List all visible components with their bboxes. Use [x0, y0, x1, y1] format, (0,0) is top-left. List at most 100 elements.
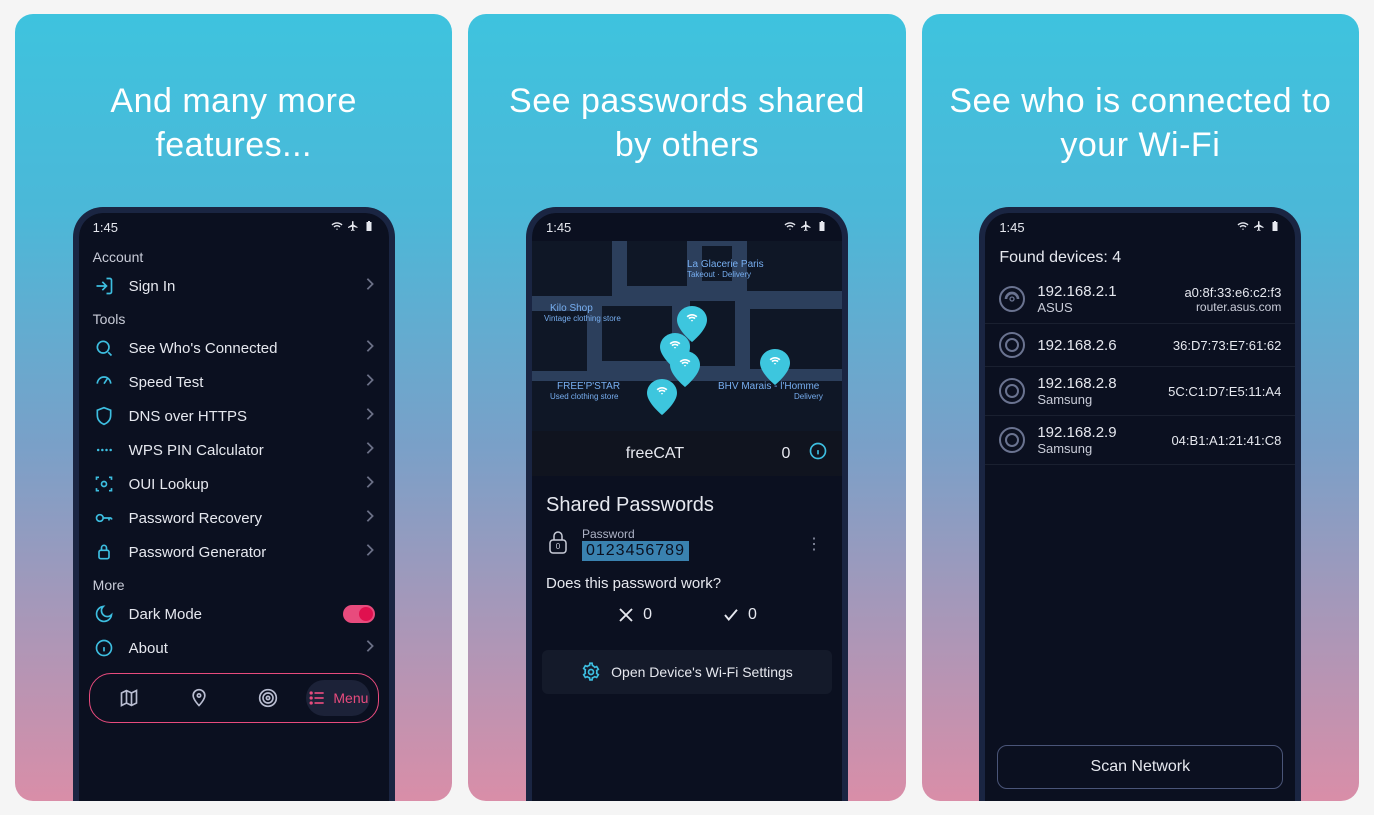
map-poi-label: La Glacerie Paris	[687, 259, 764, 270]
phone-frame: 1:45 La Glacerie Paris Takeo	[526, 207, 848, 801]
device-name: Samsung	[1037, 441, 1153, 456]
status-bar: 1:45	[532, 213, 842, 241]
tab-pin[interactable]	[167, 680, 231, 716]
vote-yes-count: 0	[748, 606, 757, 624]
shield-icon	[93, 406, 115, 426]
chevron-icon	[365, 373, 375, 392]
sign-in-item[interactable]: Sign In	[79, 269, 389, 303]
search-icon	[93, 338, 115, 358]
device-ip: 192.168.2.9	[1037, 424, 1153, 441]
tool-oui-lookup[interactable]: OUI Lookup	[79, 467, 389, 501]
tool-label: See Who's Connected	[129, 340, 351, 357]
panel-features: And many more features... 1:45 Account S…	[15, 14, 452, 801]
device-row[interactable]: 192.168.2.8 Samsung 5C:C1:D7:E5:11:A4	[985, 367, 1295, 416]
tool-wps-pin[interactable]: WPS PIN Calculator	[79, 433, 389, 467]
wifi-pin[interactable]	[647, 379, 677, 415]
vote-row: 0 0	[532, 598, 842, 642]
scan-network-button[interactable]: Scan Network	[997, 745, 1283, 789]
chevron-icon	[365, 441, 375, 460]
wifi-icon	[331, 220, 343, 235]
tab-menu[interactable]: Menu	[306, 680, 370, 716]
device-row[interactable]: 192.168.2.6 36:D7:73:E7:61:62	[985, 324, 1295, 367]
tool-password-generator[interactable]: Password Generator	[79, 535, 389, 569]
chevron-icon	[365, 543, 375, 562]
panel-devices: See who is connected to your Wi-Fi 1:45 …	[922, 14, 1359, 801]
device-ip: 192.168.2.8	[1037, 375, 1153, 392]
device-mac: a0:8f:33:e6:c2:f3	[1165, 285, 1281, 300]
phone-screen: 1:45 La Glacerie Paris Takeo	[532, 213, 842, 801]
tool-label: DNS over HTTPS	[129, 408, 351, 425]
password-label: Password	[582, 527, 788, 541]
device-ip: 192.168.2.1	[1037, 283, 1153, 300]
lock-gen-icon	[93, 542, 115, 562]
device-mac: 04:B1:A1:21:41:C8	[1165, 433, 1281, 448]
section-more: More	[79, 569, 389, 597]
dots-icon	[93, 440, 115, 460]
password-question: Does this password work?	[532, 565, 842, 598]
status-icons	[331, 220, 375, 235]
section-tools: Tools	[79, 303, 389, 331]
tool-dns-https[interactable]: DNS over HTTPS	[79, 399, 389, 433]
about-item[interactable]: About	[79, 631, 389, 665]
tool-speed-test[interactable]: Speed Test	[79, 365, 389, 399]
open-settings-label: Open Device's Wi-Fi Settings	[611, 664, 793, 680]
tool-password-recovery[interactable]: Password Recovery	[79, 501, 389, 535]
chevron-icon	[365, 475, 375, 494]
device-icon	[999, 332, 1025, 358]
airplane-icon	[347, 220, 359, 235]
chevron-icon	[365, 509, 375, 528]
network-header: freeCAT 0	[532, 431, 842, 476]
dark-mode-toggle[interactable]	[343, 605, 375, 623]
lock-icon: 0	[546, 528, 570, 561]
airplane-icon	[1253, 220, 1265, 235]
dark-mode-label: Dark Mode	[129, 606, 329, 623]
device-name: ASUS	[1037, 300, 1153, 315]
info-icon	[93, 638, 115, 658]
map-poi-label: FREE'P'STAR	[557, 381, 620, 392]
vote-no-button[interactable]: 0	[617, 606, 652, 624]
vote-yes-button[interactable]: 0	[722, 606, 757, 624]
about-label: About	[129, 640, 351, 657]
tab-radar[interactable]	[237, 680, 301, 716]
password-value[interactable]: 0123456789	[582, 541, 689, 561]
map-poi-sublabel: Vintage clothing store	[544, 314, 621, 323]
eye-scan-icon	[93, 474, 115, 494]
panel-title: And many more features...	[15, 79, 452, 167]
sign-in-label: Sign In	[129, 278, 351, 295]
device-ip: 192.168.2.6	[1037, 337, 1153, 354]
device-row[interactable]: 192.168.2.9 Samsung 04:B1:A1:21:41:C8	[985, 416, 1295, 465]
tool-label: WPS PIN Calculator	[129, 442, 351, 459]
status-bar: 1:45	[79, 213, 389, 241]
wifi-icon	[1237, 220, 1249, 235]
more-menu-icon[interactable]: ⋮	[800, 530, 828, 558]
tab-map[interactable]	[98, 680, 162, 716]
info-icon[interactable]	[808, 441, 828, 466]
phone-frame: 1:45 Found devices: 4 192.168.2.1 ASUS a…	[979, 207, 1301, 801]
device-host: router.asus.com	[1165, 300, 1281, 314]
device-icon	[999, 427, 1025, 453]
open-wifi-settings-button[interactable]: Open Device's Wi-Fi Settings	[542, 650, 832, 694]
chevron-icon	[365, 407, 375, 426]
key-icon	[93, 508, 115, 528]
wifi-pin[interactable]	[760, 349, 790, 385]
tool-whos-connected[interactable]: See Who's Connected	[79, 331, 389, 365]
tab-menu-label: Menu	[333, 690, 368, 706]
device-name: Samsung	[1037, 392, 1153, 407]
device-mac: 5C:C1:D7:E5:11:A4	[1165, 384, 1281, 399]
device-row[interactable]: 192.168.2.1 ASUS a0:8f:33:e6:c2:f3 route…	[985, 275, 1295, 324]
phone-screen: 1:45 Found devices: 4 192.168.2.1 ASUS a…	[985, 213, 1295, 801]
map-view[interactable]: La Glacerie Paris Takeout · Delivery Kil…	[532, 241, 842, 431]
status-time: 1:45	[999, 220, 1024, 235]
bottom-tabs: Menu	[89, 673, 379, 723]
chevron-icon	[365, 639, 375, 658]
svg-text:0: 0	[556, 542, 561, 551]
dark-mode-item[interactable]: Dark Mode	[79, 597, 389, 631]
status-time: 1:45	[546, 220, 571, 235]
shared-passwords-title: Shared Passwords	[532, 476, 842, 523]
chevron-icon	[365, 277, 375, 296]
found-devices-label: Found devices: 4	[985, 241, 1295, 275]
chevron-icon	[365, 339, 375, 358]
status-bar: 1:45	[985, 213, 1295, 241]
status-time: 1:45	[93, 220, 118, 235]
panel-title: See who is connected to your Wi-Fi	[922, 79, 1359, 167]
